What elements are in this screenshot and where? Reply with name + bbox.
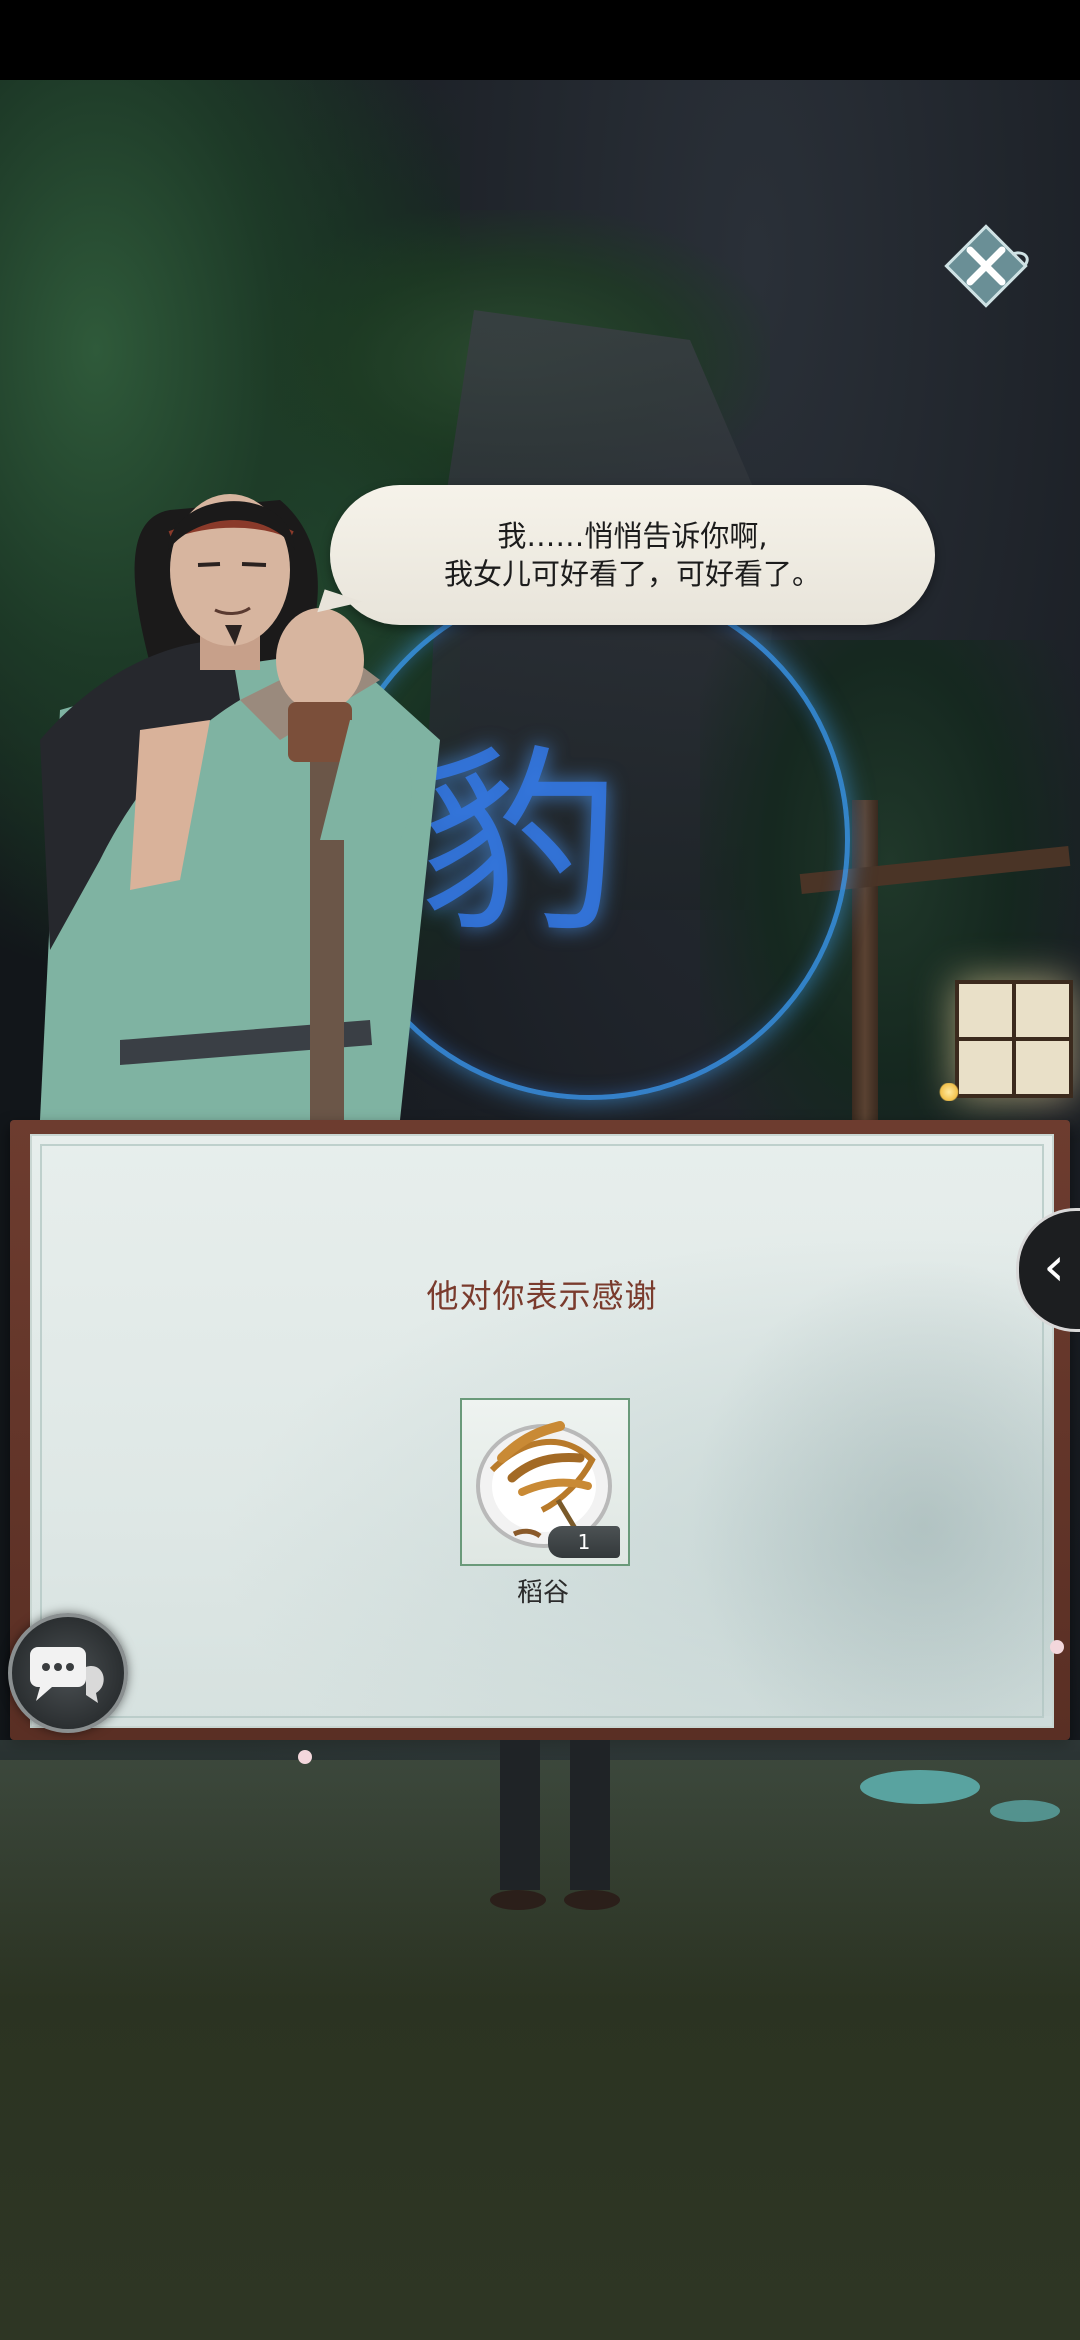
reward-panel: 他对你表示感谢 1 稻谷 bbox=[0, 1110, 1080, 1750]
flower-petal bbox=[1050, 1640, 1064, 1654]
dialogue-line-2: 我女儿可好看了，可好看了。 bbox=[443, 557, 821, 591]
close-x-icon[interactable] bbox=[940, 220, 1032, 312]
dialogue-line-1: 我……悄悄告诉你啊, bbox=[497, 519, 768, 553]
lily-pad bbox=[860, 1770, 980, 1804]
reward-title: 他对你表示感谢 bbox=[426, 1277, 658, 1315]
firefly-butterfly bbox=[938, 1083, 960, 1101]
reward-item-slot[interactable]: 1 bbox=[460, 1398, 630, 1566]
lily-pad bbox=[990, 1800, 1060, 1822]
flower-petal bbox=[298, 1750, 312, 1764]
character-legs-reflection bbox=[490, 1740, 620, 1910]
paper-lantern bbox=[955, 980, 1073, 1098]
chat-button[interactable] bbox=[8, 1613, 128, 1733]
chat-bubble-icon bbox=[30, 1647, 104, 1703]
npc-speech-bubble: 我……悄悄告诉你啊, 我女儿可好看了，可好看了。 bbox=[330, 485, 935, 625]
panel-scroll-background: 他对你表示感谢 1 稻谷 bbox=[30, 1134, 1054, 1728]
item-count-badge: 1 bbox=[548, 1526, 620, 1558]
item-name-label: 稻谷 bbox=[516, 1578, 569, 1608]
